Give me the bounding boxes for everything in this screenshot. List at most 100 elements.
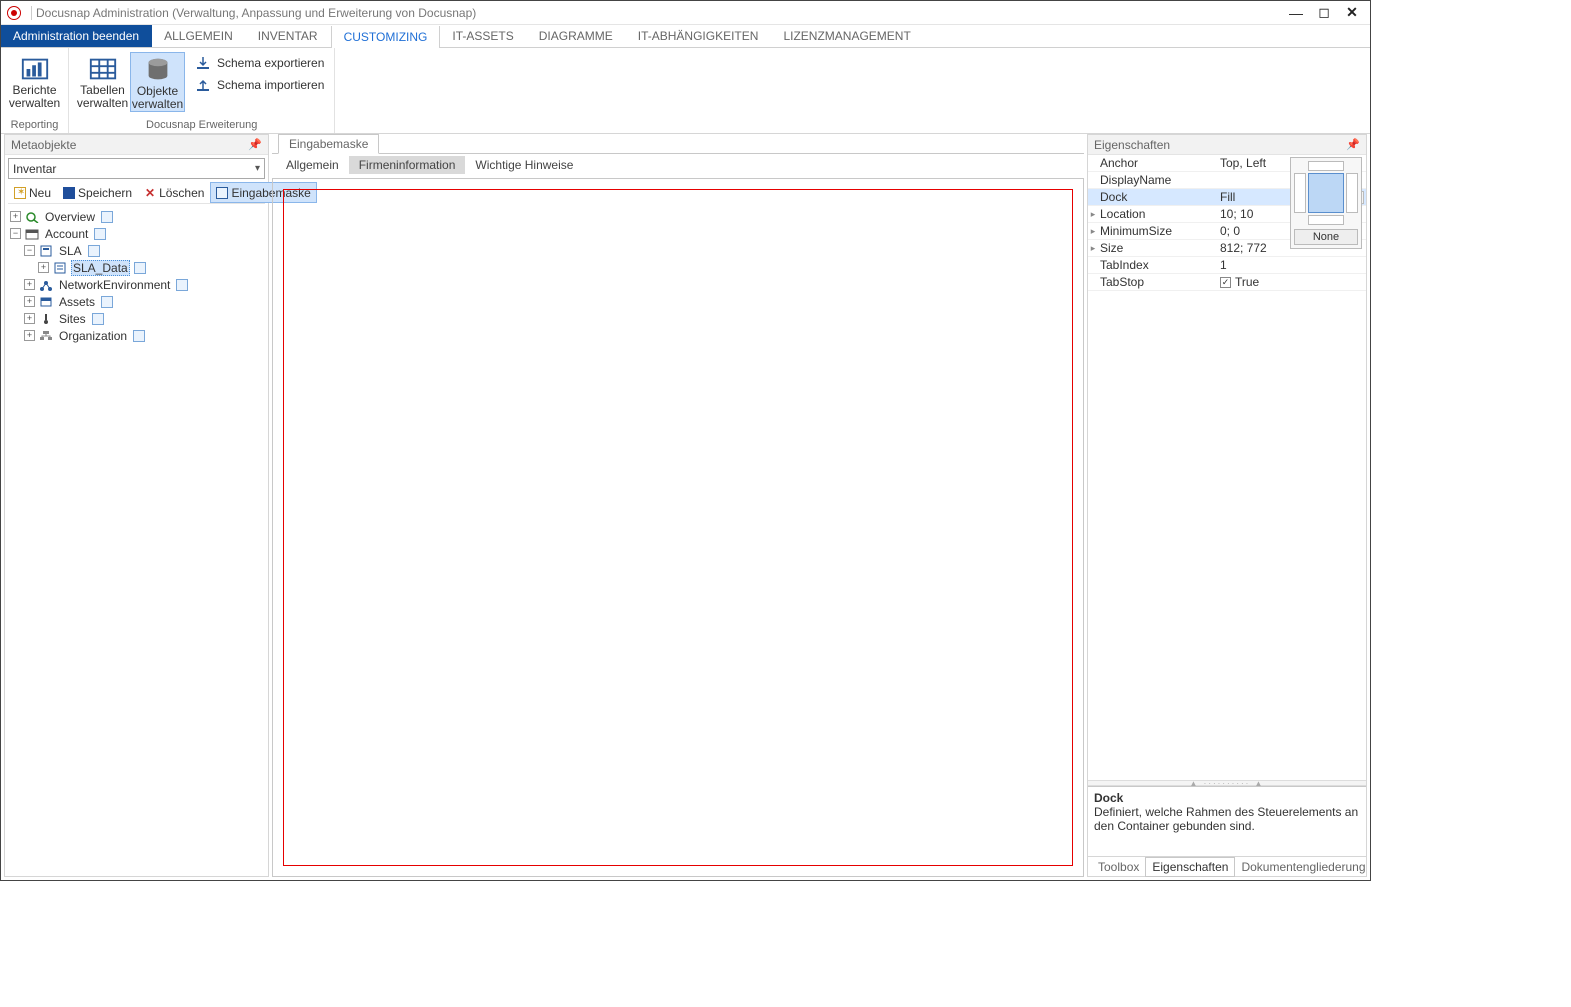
tree[interactable]: + Overview − Account − SLA (8, 204, 265, 876)
menu-tab-it-abhaengigkeiten[interactable]: IT-ABHÄNGIGKEITEN (626, 25, 772, 47)
property-grid-container: AnchorTop, LeftDisplayNameDockFill▾▸Loca… (1088, 155, 1366, 856)
prop-row-tabstop[interactable]: TabStop✓True (1088, 274, 1366, 291)
prop-row-tabindex[interactable]: TabIndex1 (1088, 257, 1366, 274)
collapse-icon[interactable]: − (10, 228, 21, 239)
dock-none[interactable]: None (1294, 229, 1358, 245)
network-icon (39, 279, 53, 291)
ribbon: Berichte verwalten Reporting Tabellen ve… (1, 48, 1370, 134)
expand-icon[interactable]: + (38, 262, 49, 273)
checkbox-icon[interactable]: ✓ (1220, 277, 1231, 288)
tree-node-network[interactable]: + NetworkEnvironment (10, 276, 263, 293)
property-grid[interactable]: AnchorTop, LeftDisplayNameDockFill▾▸Loca… (1088, 155, 1366, 780)
center-area: Eingabemaske Allgemein Firmeninformation… (272, 134, 1087, 880)
chart-icon (20, 54, 50, 82)
form-marker-icon (92, 313, 104, 325)
tree-node-organization[interactable]: + Organization (10, 327, 263, 344)
tree-node-account[interactable]: − Account (10, 225, 263, 242)
ribbon-group-reporting: Berichte verwalten Reporting (1, 48, 69, 133)
center-tabs: Eingabemaske (272, 134, 1084, 154)
right-panel-header: Eigenschaften 📌 (1088, 135, 1366, 155)
btn-tabellen-verwalten[interactable]: Tabellen verwalten (75, 52, 130, 110)
tree-node-sites[interactable]: + Sites (10, 310, 263, 327)
designer-surface[interactable] (272, 178, 1084, 877)
form-marker-icon (176, 279, 188, 291)
ribbon-caption-erweiterung: Docusnap Erweiterung (69, 119, 334, 133)
bottom-tab-dokumentengliederung[interactable]: Dokumentengliederung (1235, 858, 1371, 876)
dock-fill[interactable] (1308, 173, 1344, 213)
tree-node-sla-data[interactable]: + SLA_Data (10, 259, 263, 276)
expand-icon[interactable]: + (24, 279, 35, 290)
btn-schema-export[interactable]: Schema exportieren (191, 52, 328, 74)
btn-berichte-verwalten[interactable]: Berichte verwalten (7, 52, 62, 110)
left-toolbar: ✶Neu Speichern ✕Löschen Eingabemaske (8, 182, 265, 204)
expand-icon[interactable]: + (10, 211, 21, 222)
collapse-icon[interactable]: − (24, 245, 35, 256)
dock-picker[interactable]: None (1290, 157, 1362, 249)
property-desc-text: Definiert, welche Rahmen des Steuereleme… (1094, 805, 1360, 833)
property-desc-title: Dock (1094, 791, 1360, 805)
bottom-tab-eigenschaften[interactable]: Eigenschaften (1145, 857, 1235, 877)
form-marker-icon (88, 245, 100, 257)
subtab-wichtige-hinweise[interactable]: Wichtige Hinweise (465, 156, 583, 174)
btn-objekte-verwalten[interactable]: Objekte verwalten (130, 52, 185, 112)
account-icon (25, 228, 39, 240)
dock-right[interactable] (1346, 173, 1358, 213)
subtab-allgemein[interactable]: Allgemein (276, 156, 349, 174)
subtab-firmeninformation[interactable]: Firmeninformation (349, 156, 466, 174)
dock-bottom[interactable] (1308, 215, 1344, 225)
app-icon (7, 6, 21, 20)
menu-admin-end[interactable]: Administration beenden (1, 25, 152, 47)
tbtn-speichern[interactable]: Speichern (57, 182, 138, 203)
qat-separator (31, 6, 32, 20)
expand-icon[interactable]: + (24, 313, 35, 324)
new-icon: ✶ (14, 187, 26, 199)
chevron-down-icon: ▾ (255, 163, 260, 174)
bottom-tab-toolbox[interactable]: Toolbox (1092, 858, 1145, 876)
tbtn-neu[interactable]: ✶Neu (8, 182, 57, 203)
menu-tab-allgemein[interactable]: ALLGEMEIN (152, 25, 246, 47)
dock-top[interactable] (1308, 161, 1344, 171)
property-description: Dock Definiert, welche Rahmen des Steuer… (1088, 786, 1366, 856)
form-marker-icon (133, 330, 145, 342)
left-panel: Metaobjekte 📌 Inventar ▾ ✶Neu Speichern … (4, 134, 269, 877)
right-panel: Eigenschaften 📌 AnchorTop, LeftDisplayNa… (1087, 134, 1367, 877)
subtabs: Allgemein Firmeninformation Wichtige Hin… (272, 154, 1084, 176)
expand-icon[interactable]: + (24, 330, 35, 341)
tree-node-sla[interactable]: − SLA (10, 242, 263, 259)
ribbon-group-erweiterung: Tabellen verwalten Objekte verwalten Sch… (69, 48, 335, 133)
right-panel-title: Eigenschaften (1094, 138, 1170, 152)
dock-left[interactable] (1294, 173, 1306, 213)
expand-icon[interactable]: + (24, 296, 35, 307)
maximize-button[interactable]: ◻ (1310, 4, 1338, 21)
tbtn-loeschen[interactable]: ✕Löschen (138, 182, 210, 203)
form-marker-icon (134, 262, 146, 274)
minimize-button[interactable]: — (1282, 5, 1310, 21)
table-icon (88, 54, 118, 82)
designer-canvas[interactable] (283, 189, 1073, 866)
form-marker-icon (101, 296, 113, 308)
tree-node-assets[interactable]: + Assets (10, 293, 263, 310)
titlebar: Docusnap Administration (Verwaltung, Anp… (1, 1, 1370, 24)
menu-tab-it-assets[interactable]: IT-ASSETS (440, 25, 526, 47)
left-panel-header: Metaobjekte 📌 (5, 135, 268, 155)
database-icon (143, 55, 173, 83)
organization-icon (39, 330, 53, 342)
pin-icon[interactable]: 📌 (248, 138, 262, 151)
combo-inventar[interactable]: Inventar ▾ (8, 158, 265, 179)
menu-tab-customizing[interactable]: CUSTOMIZING (331, 26, 441, 48)
overview-icon (25, 211, 39, 223)
export-icon (195, 55, 211, 71)
center-tab-eingabemaske[interactable]: Eingabemaske (278, 134, 379, 154)
menu-tab-lizenzmanagement[interactable]: LIZENZMANAGEMENT (771, 25, 923, 47)
menu-tab-inventar[interactable]: INVENTAR (246, 25, 331, 47)
import-icon (195, 77, 211, 93)
btn-schema-import[interactable]: Schema importieren (191, 74, 328, 96)
main-menu: Administration beenden ALLGEMEIN INVENTA… (1, 24, 1370, 48)
assets-icon (39, 296, 53, 308)
window-title: Docusnap Administration (Verwaltung, Anp… (36, 6, 1282, 20)
sites-icon (39, 313, 53, 325)
tree-node-overview[interactable]: + Overview (10, 208, 263, 225)
pin-icon[interactable]: 📌 (1346, 138, 1360, 151)
menu-tab-diagramme[interactable]: DIAGRAMME (527, 25, 626, 47)
close-button[interactable]: ✕ (1338, 4, 1366, 21)
